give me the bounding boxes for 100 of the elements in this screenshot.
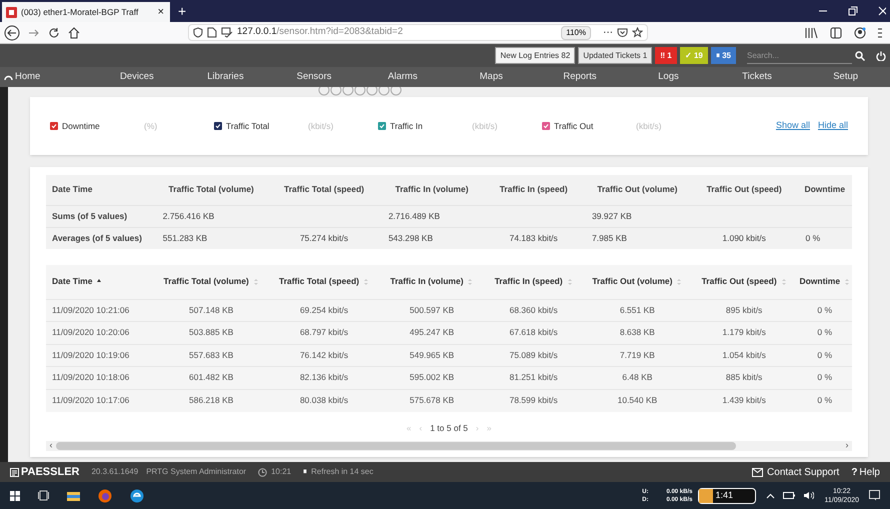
table-cell: 7.719 KB	[584, 344, 691, 366]
table-cell: 586.218 KB	[154, 389, 268, 412]
table-cell: 11/09/2020 10:21:06	[46, 299, 155, 322]
battery-icon[interactable]	[783, 492, 796, 499]
edge-icon[interactable]	[130, 488, 144, 502]
table-cell: 0 %	[798, 344, 852, 366]
table-cell: 885 kbit/s	[690, 366, 798, 389]
pocket-icon[interactable]	[617, 27, 628, 38]
column-header[interactable]: Traffic In (volume)	[390, 276, 464, 286]
table-cell: 503.885 KB	[154, 322, 268, 344]
table-cell: 68.797 kbit/s	[268, 322, 380, 344]
nav-item[interactable]: Devices	[92, 70, 182, 84]
channel-unit: (%)	[144, 120, 158, 132]
star-icon[interactable]	[632, 27, 643, 38]
table-cell: 1.090 kbit/s	[690, 227, 798, 249]
favicon-icon	[6, 6, 17, 18]
search-icon[interactable]	[855, 50, 865, 60]
nav-item[interactable]: Reports	[536, 70, 624, 84]
scrollbar-thumb[interactable]	[56, 442, 736, 450]
pause-icon[interactable]: ⏸	[303, 466, 308, 478]
channel-unit: (kbit/s)	[636, 120, 662, 132]
column-header[interactable]: Traffic Total (speed)	[278, 276, 360, 286]
help-link[interactable]: ? Help	[851, 464, 880, 480]
chevron-up-icon[interactable]	[766, 492, 776, 498]
power-icon[interactable]	[876, 50, 886, 60]
nav-item[interactable]: Tickets	[712, 70, 802, 84]
folder-icon[interactable]	[67, 490, 80, 501]
close-tab-button[interactable]: ×	[156, 4, 166, 20]
table-cell: 39.927 KB	[584, 205, 691, 227]
account-icon[interactable]	[854, 26, 866, 38]
page-icon	[207, 27, 217, 38]
windows-start-icon[interactable]	[10, 490, 20, 500]
more-button[interactable]: ···	[603, 25, 613, 40]
contact-support-link[interactable]: Contact Support	[752, 464, 840, 480]
table-cell: 575.678 KB	[380, 389, 484, 412]
reload-icon[interactable]	[48, 26, 60, 38]
nav-item[interactable]: Setup	[801, 70, 890, 84]
row-label: Sums (of 5 values)	[46, 205, 155, 227]
nav-item[interactable]: Alarms	[358, 70, 447, 84]
paessler-logo[interactable]: PAESSLER	[10, 464, 80, 480]
column-header: Traffic Total (volume)	[154, 175, 268, 205]
channel-checkbox[interactable]	[378, 122, 386, 130]
search-field[interactable]: Search...	[747, 48, 852, 64]
notification-icon[interactable]	[869, 490, 880, 501]
column-header[interactable]: Traffic In (speed)	[494, 276, 563, 286]
column-header[interactable]: Traffic Out (volume)	[592, 276, 672, 286]
column-header[interactable]: Downtime	[799, 276, 840, 286]
zoom-level-button[interactable]: 110%	[561, 26, 591, 40]
timer-widget[interactable]: 1:41	[698, 488, 756, 504]
table-cell: 2.716.489 KB	[380, 205, 484, 227]
speaker-icon[interactable]	[803, 491, 814, 500]
user-name: PRTG System Administrator	[146, 466, 246, 478]
forward-icon[interactable]	[28, 26, 40, 38]
status-badge[interactable]: ⏸ 35	[710, 47, 736, 64]
column-header[interactable]: Traffic Total (volume)	[164, 276, 249, 286]
nav-item[interactable]: Home	[0, 70, 93, 84]
table-cell: 549.965 KB	[380, 344, 484, 366]
shield-icon	[193, 27, 203, 38]
restore-icon[interactable]	[848, 6, 858, 16]
table-cell: 80.038 kbit/s	[268, 389, 380, 412]
home-icon[interactable]	[68, 26, 80, 38]
browser-tab[interactable]: (003) ether1-Moratel-BGP Traff ×	[2, 2, 170, 22]
mail-icon	[752, 468, 764, 476]
gauge-icon	[4, 73, 13, 81]
new-tab-button[interactable]: +	[170, 0, 194, 22]
channel-checkbox[interactable]	[542, 122, 550, 130]
refresh-text: Refresh in 14 sec	[311, 466, 374, 478]
status-badge[interactable]: ‼ 1	[655, 47, 677, 64]
legend-link[interactable]: Hide all	[818, 119, 848, 133]
table-cell: 557.683 KB	[154, 344, 268, 366]
task-view-icon[interactable]	[38, 490, 49, 501]
table-cell: 11/09/2020 10:18:06	[46, 366, 155, 389]
column-header[interactable]: Date Time	[52, 276, 92, 286]
table-cell: 0 %	[798, 366, 852, 389]
channel-name: Downtime	[62, 120, 101, 132]
new-log-entries-button[interactable]: New Log Entries 82	[495, 47, 576, 64]
nav-item[interactable]: Maps	[446, 70, 536, 84]
column-header: Downtime	[798, 175, 852, 205]
firefox-icon[interactable]	[98, 488, 112, 502]
column-header[interactable]: Traffic Out (speed)	[702, 276, 777, 286]
address-bar[interactable]: 127.0.0.1/sensor.htm?id=2083&tabid=2 110% ···	[188, 24, 648, 41]
table-cell: 8.638 KB	[584, 322, 691, 344]
channel-checkbox[interactable]	[214, 122, 222, 130]
permissions-icon	[221, 27, 233, 38]
nav-item[interactable]: Logs	[624, 70, 713, 84]
nav-item[interactable]: Sensors	[270, 70, 358, 84]
library-icon[interactable]	[805, 26, 818, 38]
close-icon[interactable]	[878, 6, 886, 16]
back-icon[interactable]	[4, 24, 20, 40]
table-cell: 69.254 kbit/s	[268, 299, 380, 322]
clock-icon	[258, 468, 268, 476]
table-cell: 0 %	[798, 322, 852, 344]
table-cell: 75.089 kbit/s	[483, 344, 584, 366]
legend-link[interactable]: Show all	[776, 119, 810, 133]
nav-item[interactable]: Libraries	[181, 70, 270, 84]
scroll-left-button[interactable]: ‹	[46, 439, 56, 453]
sidebar-icon[interactable]	[830, 26, 842, 38]
channel-checkbox[interactable]	[50, 122, 58, 130]
updated-tickets-button[interactable]: Updated Tickets 1	[578, 47, 652, 64]
scroll-right-button[interactable]: ›	[842, 439, 852, 453]
